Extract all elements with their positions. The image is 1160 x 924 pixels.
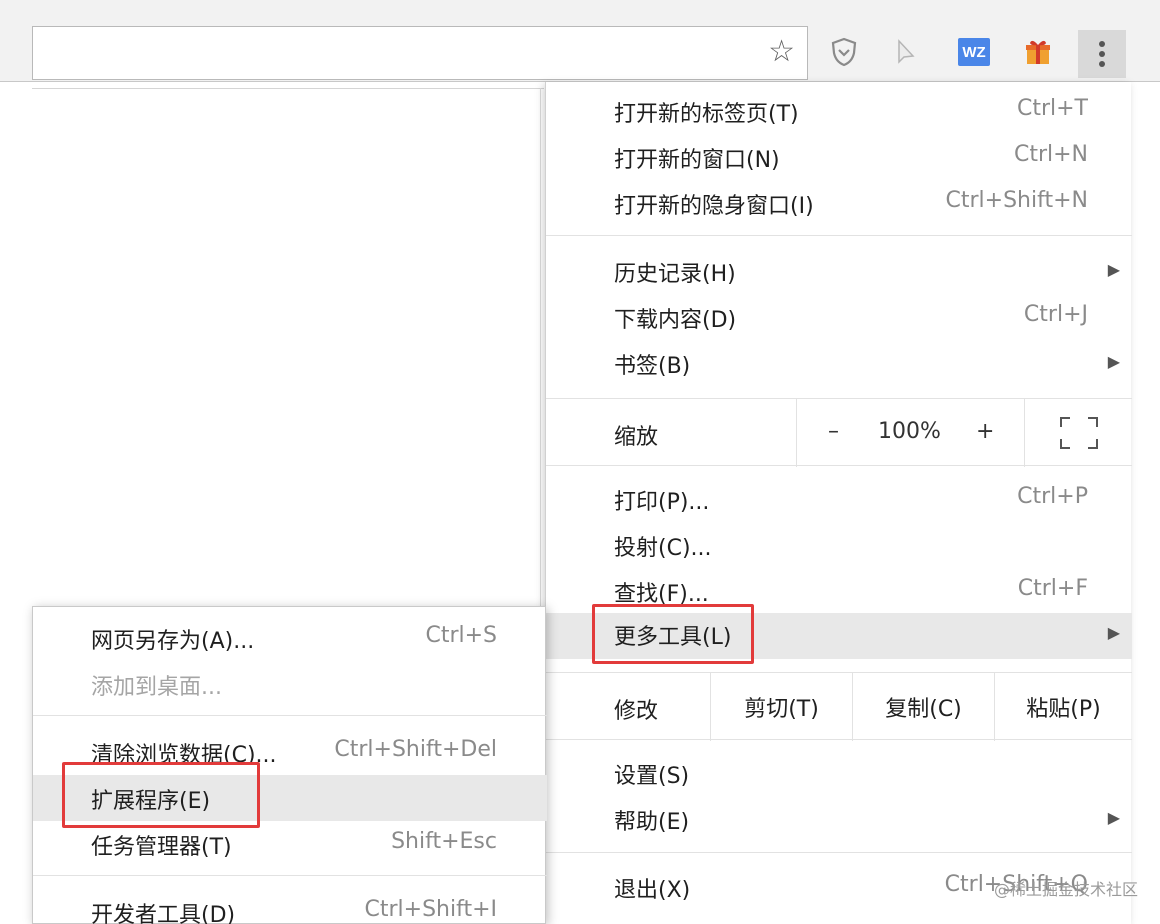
star-icon[interactable]: ☆ bbox=[768, 37, 795, 67]
browser-menu-button[interactable] bbox=[1078, 30, 1126, 78]
chevron-right-icon: ▶ bbox=[1107, 352, 1120, 371]
paste-button[interactable]: 粘贴(P) bbox=[994, 673, 1132, 741]
fullscreen-icon[interactable] bbox=[1060, 417, 1098, 449]
menu-separator bbox=[546, 235, 1132, 236]
submenu-item-save-page[interactable]: 网页另存为(A)... Ctrl+S bbox=[33, 615, 547, 661]
zoom-in-button[interactable]: + bbox=[976, 419, 994, 444]
highlight-box-extensions bbox=[62, 762, 260, 828]
zoom-row: 缩放 – 100% + bbox=[546, 398, 1132, 467]
page-divider bbox=[32, 88, 544, 89]
wz-icon[interactable]: WZ bbox=[956, 34, 992, 70]
menu-item-new-window[interactable]: 打开新的窗口(N) Ctrl+N bbox=[546, 136, 1132, 182]
submenu-separator bbox=[33, 715, 547, 716]
vertical-dots-icon bbox=[1099, 41, 1105, 67]
menu-separator bbox=[546, 852, 1132, 853]
menu-item-downloads[interactable]: 下载内容(D) Ctrl+J bbox=[546, 296, 1132, 342]
browser-main-menu: 打开新的标签页(T) Ctrl+T 打开新的窗口(N) Ctrl+N 打开新的隐… bbox=[545, 82, 1132, 924]
menu-item-cast[interactable]: 投射(C)... bbox=[546, 524, 1132, 570]
cut-button[interactable]: 剪切(T) bbox=[710, 673, 852, 741]
menu-item-bookmarks[interactable]: 书签(B) ▶ bbox=[546, 342, 1132, 388]
menu-item-new-incognito[interactable]: 打开新的隐身窗口(I) Ctrl+Shift+N bbox=[546, 182, 1132, 228]
copy-button[interactable]: 复制(C) bbox=[852, 673, 994, 741]
submenu-separator bbox=[33, 875, 547, 876]
menu-item-print[interactable]: 打印(P)... Ctrl+P bbox=[546, 478, 1132, 524]
chevron-right-icon: ▶ bbox=[1107, 808, 1120, 827]
zoom-out-button[interactable]: – bbox=[828, 419, 839, 444]
chevron-right-icon: ▶ bbox=[1107, 623, 1120, 642]
page-divider-vertical bbox=[540, 88, 541, 608]
address-bar[interactable]: ☆ bbox=[32, 26, 808, 80]
highlight-box-more-tools bbox=[592, 604, 754, 664]
menu-item-help[interactable]: 帮助(E) ▶ bbox=[546, 798, 1132, 844]
shield-icon[interactable] bbox=[826, 34, 862, 70]
menu-item-history[interactable]: 历史记录(H) ▶ bbox=[546, 250, 1132, 296]
menu-item-new-tab[interactable]: 打开新的标签页(T) Ctrl+T bbox=[546, 90, 1132, 136]
chevron-right-icon: ▶ bbox=[1107, 260, 1120, 279]
submenu-item-devtools[interactable]: 开发者工具(D) Ctrl+Shift+I bbox=[33, 889, 547, 924]
browser-toolbar: ☆ WZ bbox=[0, 0, 1160, 82]
zoom-level: 100% bbox=[878, 419, 941, 444]
edit-row: 修改 剪切(T) 复制(C) 粘贴(P) bbox=[546, 672, 1132, 741]
watermark: @稀土掘金技术社区 bbox=[993, 880, 1138, 899]
gift-icon[interactable] bbox=[1020, 34, 1056, 70]
menu-item-settings[interactable]: 设置(S) bbox=[546, 752, 1132, 798]
submenu-item-add-to-desktop: 添加到桌面... bbox=[91, 675, 222, 700]
cursor-icon[interactable] bbox=[888, 34, 924, 70]
